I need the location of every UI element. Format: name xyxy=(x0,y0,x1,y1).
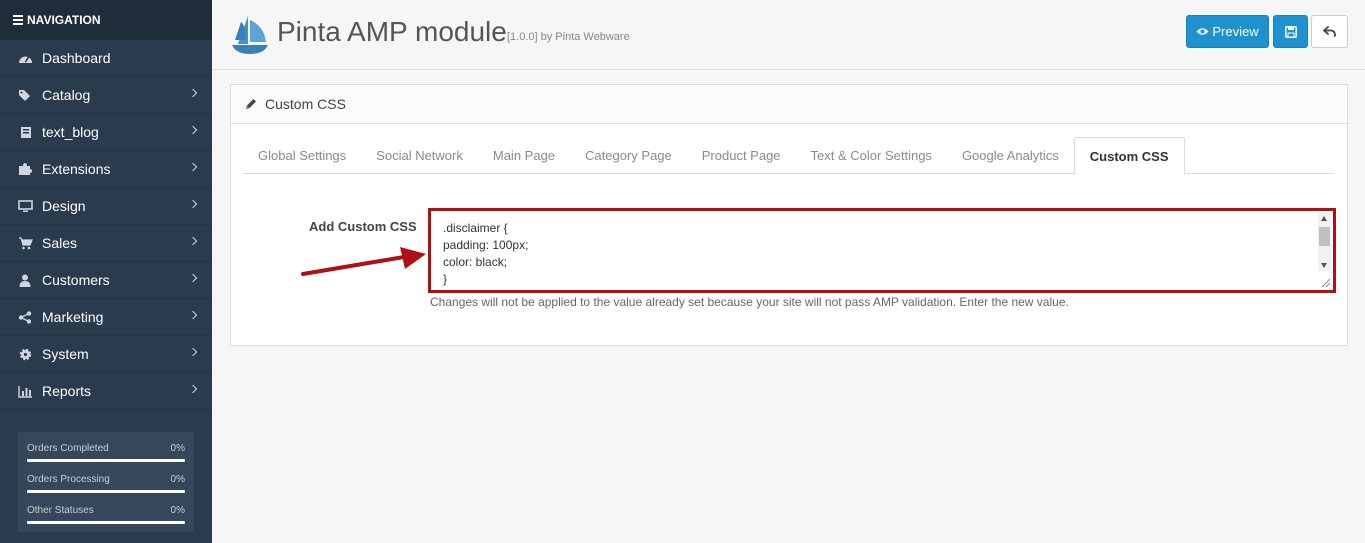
sidebar-item-system[interactable]: System xyxy=(0,336,212,373)
sidebar-item-reports[interactable]: Reports xyxy=(0,373,212,410)
tab-custom-css[interactable]: Custom CSS xyxy=(1073,137,1185,175)
stat-row: Other Statuses 0% xyxy=(27,502,185,533)
sidebar-item-customers[interactable]: Customers xyxy=(0,262,212,299)
tab-category-page[interactable]: Category Page xyxy=(570,137,687,174)
sidebar-item-label: Design xyxy=(42,198,86,214)
page-header: Pinta AMP module [1.0.0] by Pinta Webwar… xyxy=(212,0,1365,70)
sidebar-item-label: Extensions xyxy=(42,161,111,177)
custom-css-label: Add Custom CSS xyxy=(309,219,417,234)
chevron-right-icon xyxy=(188,199,198,209)
share-icon xyxy=(17,310,33,324)
stat-row: Orders Processing 0% xyxy=(27,471,185,502)
stat-progress-bar xyxy=(27,490,185,493)
pencil-icon xyxy=(246,99,256,109)
stat-value: 0% xyxy=(170,443,185,454)
sidebar-item-dashboard[interactable]: Dashboard xyxy=(0,40,212,77)
preview-button[interactable]: Preview xyxy=(1186,15,1269,48)
sidebar-item-sales[interactable]: Sales xyxy=(0,225,212,262)
chevron-right-icon xyxy=(188,273,198,283)
page-title: Pinta AMP module xyxy=(277,16,507,47)
sidebar-item-label: Marketing xyxy=(42,309,104,325)
sidebar-item-design[interactable]: Design xyxy=(0,188,212,225)
back-button[interactable] xyxy=(1311,15,1348,48)
chevron-right-icon xyxy=(188,162,198,172)
ship-logo-icon xyxy=(232,16,268,54)
tags-icon xyxy=(17,88,33,102)
sidebar-item-label: Dashboard xyxy=(42,50,111,66)
resize-handle-icon[interactable] xyxy=(1319,276,1331,288)
tab-google-analytics[interactable]: Google Analytics xyxy=(947,137,1074,174)
sidebar-item-label: Catalog xyxy=(42,87,91,103)
sidebar-item-label: System xyxy=(42,346,89,362)
panel-title: Custom CSS xyxy=(265,96,346,112)
custom-css-value[interactable]: .disclaimer { padding: 100px; color: bla… xyxy=(431,211,1317,290)
sidebar-item-label: Sales xyxy=(42,235,78,251)
sidebar: NAVIGATION Dashboard Catalog text_blog Exte… xyxy=(0,0,212,543)
monitor-icon xyxy=(17,199,33,213)
stat-progress-bar xyxy=(27,459,185,462)
tab-text-color-settings[interactable]: Text & Color Settings xyxy=(796,137,947,174)
sidebar-item-extensions[interactable]: Extensions xyxy=(0,151,212,188)
gear-icon xyxy=(17,347,33,361)
puzzle-icon xyxy=(17,162,33,176)
help-text: Changes will not be applied to the value… xyxy=(430,295,1069,309)
book-icon xyxy=(17,125,33,139)
stat-value: 0% xyxy=(170,474,185,485)
sidebar-item-label: text_blog xyxy=(42,124,99,140)
dashboard-icon xyxy=(17,51,33,65)
tab-global-settings[interactable]: Global Settings xyxy=(243,137,361,174)
textarea-scrollbar[interactable] xyxy=(1318,213,1331,271)
order-stats: Orders Completed 0% Orders Processing 0% Oth… xyxy=(18,432,194,532)
menu-icon xyxy=(13,13,23,27)
preview-button-label: Preview xyxy=(1212,24,1259,39)
chevron-right-icon xyxy=(188,125,198,135)
custom-css-panel: Custom CSS Global Settings Social Network… xyxy=(230,84,1348,346)
nav-header[interactable]: NAVIGATION xyxy=(0,0,212,40)
chevron-right-icon xyxy=(188,236,198,246)
chevron-right-icon xyxy=(188,88,198,98)
sidebar-item-marketing[interactable]: Marketing xyxy=(0,299,212,336)
settings-tabs: Global Settings Social Network Main Page Ca… xyxy=(243,137,1334,175)
stat-label: Orders Processing xyxy=(27,474,110,485)
bar-chart-icon xyxy=(17,384,33,398)
sidebar-item-catalog[interactable]: Catalog xyxy=(0,77,212,114)
annotation-arrow-icon xyxy=(301,247,426,276)
scroll-thumb[interactable] xyxy=(1319,227,1330,246)
stat-value: 0% xyxy=(170,505,185,516)
tab-main-page[interactable]: Main Page xyxy=(478,137,570,174)
stat-label: Orders Completed xyxy=(27,443,109,454)
reply-icon xyxy=(1323,26,1336,37)
scroll-down-icon[interactable] xyxy=(1321,263,1327,268)
version-label: [1.0.0] by Pinta Webware xyxy=(507,31,630,43)
stat-row: Orders Completed 0% xyxy=(27,440,185,471)
eye-icon xyxy=(1196,28,1209,35)
tab-product-page[interactable]: Product Page xyxy=(687,137,796,174)
nav-header-label: NAVIGATION xyxy=(27,13,101,27)
cart-icon xyxy=(17,236,33,250)
sidebar-item-label: Customers xyxy=(42,272,110,288)
chevron-right-icon xyxy=(188,347,198,357)
chevron-right-icon xyxy=(188,310,198,320)
chevron-right-icon xyxy=(188,384,198,394)
panel-heading: Custom CSS xyxy=(231,85,1347,124)
floppy-icon xyxy=(1284,25,1297,38)
stat-progress-bar xyxy=(27,521,185,524)
save-button[interactable] xyxy=(1273,15,1308,48)
sidebar-item-label: Reports xyxy=(42,383,92,399)
tab-social-network[interactable]: Social Network xyxy=(361,137,478,174)
custom-css-textarea[interactable]: .disclaimer { padding: 100px; color: bla… xyxy=(428,208,1336,293)
sidebar-item-text-blog[interactable]: text_blog xyxy=(0,114,212,151)
sidebar-menu: Dashboard Catalog text_blog Extensions Desig… xyxy=(0,40,212,410)
scroll-up-icon[interactable] xyxy=(1321,216,1327,221)
stat-label: Other Statuses xyxy=(27,505,94,516)
user-icon xyxy=(17,273,33,287)
